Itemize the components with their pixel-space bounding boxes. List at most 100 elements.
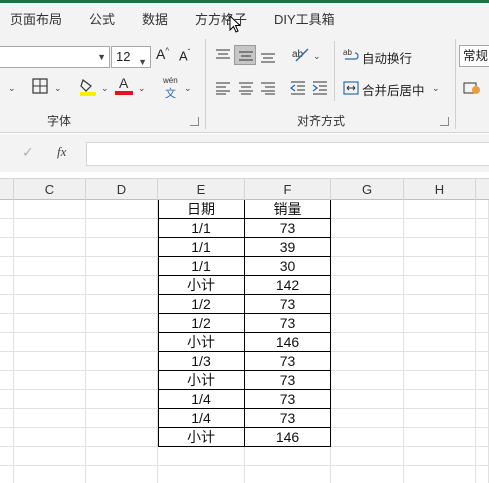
table-header-date[interactable]: 日期 [158, 200, 245, 219]
table-cell-date[interactable]: 1/2 [158, 295, 245, 314]
grid-cell[interactable] [331, 352, 404, 371]
column-header-g[interactable]: G [331, 179, 404, 200]
grid-cell[interactable] [331, 466, 404, 483]
table-cell-date[interactable]: 小计 [158, 276, 245, 295]
grid-cell[interactable] [86, 390, 158, 409]
grid-cell[interactable] [404, 238, 476, 257]
grid-cell[interactable] [14, 200, 86, 219]
align-right-icon[interactable] [260, 81, 276, 95]
chevron-down-icon[interactable]: ⌄ [101, 83, 109, 94]
align-top-icon[interactable] [215, 48, 231, 62]
grid-cell[interactable] [0, 428, 14, 447]
grid-cell[interactable] [404, 276, 476, 295]
grid-cell[interactable] [404, 447, 476, 466]
font-color-icon[interactable]: A [115, 75, 133, 97]
grid-cell[interactable] [0, 409, 14, 428]
wrap-text-icon[interactable]: ab [343, 47, 359, 63]
grid-cell[interactable] [14, 314, 86, 333]
column-header-h[interactable]: H [404, 179, 476, 200]
grid-cell[interactable] [331, 390, 404, 409]
tab-formulas[interactable]: 公式 [89, 9, 115, 28]
grid-cell[interactable] [0, 219, 14, 238]
grid-cell[interactable] [14, 428, 86, 447]
table-cell-date[interactable]: 1/1 [158, 238, 245, 257]
grid-cell[interactable] [0, 276, 14, 295]
column-header-f[interactable]: F [245, 179, 331, 200]
grid-cell[interactable] [476, 428, 489, 447]
grid-cell[interactable] [86, 276, 158, 295]
grid-cell[interactable] [476, 371, 489, 390]
grid-cell[interactable] [331, 314, 404, 333]
grid-cell[interactable] [86, 466, 158, 483]
grid-cell[interactable] [476, 295, 489, 314]
grid-cell[interactable] [14, 447, 86, 466]
grid-cell[interactable] [331, 409, 404, 428]
column-header-c[interactable]: C [14, 179, 86, 200]
table-cell-sales[interactable]: 73 [245, 314, 331, 333]
grid-cell[interactable] [476, 390, 489, 409]
column-header-partial[interactable] [0, 179, 14, 200]
formula-input[interactable] [86, 142, 489, 166]
grid-cell[interactable] [14, 352, 86, 371]
table-header-sales[interactable]: 销量 [245, 200, 331, 219]
grid-cell[interactable] [404, 314, 476, 333]
increase-font-size-icon[interactable]: A^ [156, 46, 169, 62]
insert-function-icon[interactable]: fx [57, 144, 66, 160]
table-cell-date[interactable]: 1/4 [158, 390, 245, 409]
grid-cell[interactable] [404, 295, 476, 314]
grid-cell[interactable] [331, 257, 404, 276]
column-header-partial[interactable] [476, 179, 489, 200]
grid-cell[interactable] [86, 219, 158, 238]
align-left-icon[interactable] [215, 81, 231, 95]
grid-cell[interactable] [331, 295, 404, 314]
grid-cell[interactable] [476, 333, 489, 352]
grid-cell[interactable] [0, 466, 14, 483]
grid-cell[interactable] [245, 447, 331, 466]
grid-cell[interactable] [331, 219, 404, 238]
column-header-d[interactable]: D [86, 179, 158, 200]
align-bottom-icon[interactable] [260, 50, 276, 64]
tab-diy-toolbox[interactable]: DIY工具箱 [274, 9, 335, 28]
grid-cell[interactable] [404, 428, 476, 447]
tab-page-layout[interactable]: 页面布局 [10, 9, 62, 28]
grid-cell[interactable] [476, 200, 489, 219]
grid-cell[interactable] [0, 333, 14, 352]
accounting-format-icon[interactable] [463, 80, 483, 96]
grid-cell[interactable] [0, 390, 14, 409]
grid-cell[interactable] [0, 371, 14, 390]
table-cell-sales[interactable]: 73 [245, 390, 331, 409]
grid-cell[interactable] [0, 238, 14, 257]
grid-cell[interactable] [404, 466, 476, 483]
grid-cell[interactable] [158, 466, 245, 483]
table-cell-date[interactable]: 1/1 [158, 219, 245, 238]
table-cell-date[interactable]: 1/2 [158, 314, 245, 333]
grid-cell[interactable] [0, 257, 14, 276]
grid-cell[interactable] [14, 333, 86, 352]
grid-cell[interactable] [404, 219, 476, 238]
confirm-check-icon[interactable]: ✓ [22, 144, 34, 161]
grid-cell[interactable] [404, 200, 476, 219]
grid-cell[interactable] [86, 447, 158, 466]
table-cell-sales[interactable]: 73 [245, 371, 331, 390]
font-dialog-launcher-icon[interactable] [190, 117, 199, 126]
chevron-down-icon[interactable]: ⌄ [313, 51, 321, 62]
number-format-dropdown[interactable]: 常规 [459, 45, 489, 67]
table-cell-date[interactable]: 1/3 [158, 352, 245, 371]
wrap-text-button[interactable]: 自动换行 [362, 48, 412, 67]
merge-center-icon[interactable] [343, 80, 359, 96]
grid-cell[interactable] [331, 333, 404, 352]
align-center-icon[interactable] [238, 81, 254, 95]
grid-cell[interactable] [14, 390, 86, 409]
grid-cell[interactable] [476, 466, 489, 483]
align-middle-button[interactable] [234, 45, 256, 65]
grid-cell[interactable] [476, 219, 489, 238]
table-cell-date[interactable]: 1/4 [158, 409, 245, 428]
table-cell-sales[interactable]: 30 [245, 257, 331, 276]
grid-cell[interactable] [86, 428, 158, 447]
grid-cell[interactable] [476, 409, 489, 428]
chevron-down-icon[interactable]: ⌄ [8, 83, 16, 94]
chevron-down-icon[interactable]: ⌄ [432, 83, 440, 94]
table-cell-sales[interactable]: 39 [245, 238, 331, 257]
grid-cell[interactable] [331, 371, 404, 390]
orientation-icon[interactable]: ab [290, 45, 310, 63]
